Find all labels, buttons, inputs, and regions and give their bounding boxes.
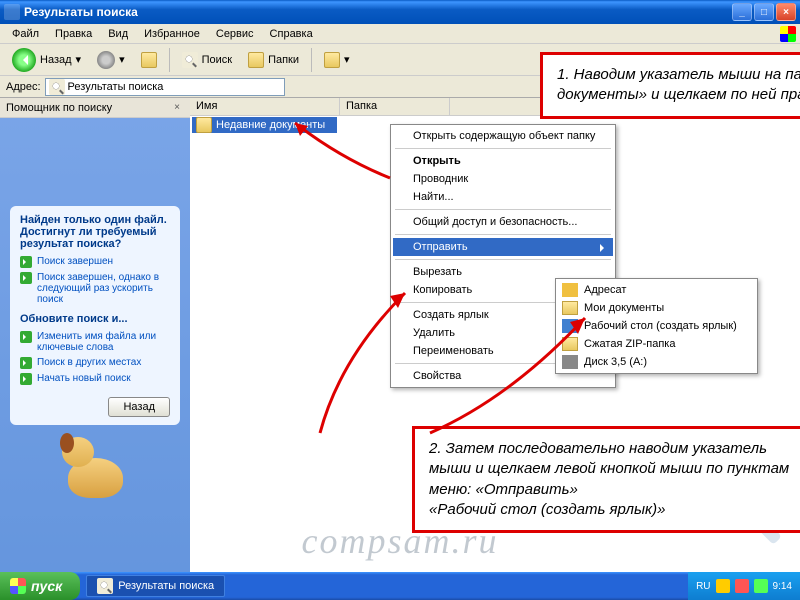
start-button[interactable]: пуск: [0, 572, 80, 600]
tray-alert-icon[interactable]: [735, 579, 749, 593]
annotation-arrow-1: [280, 118, 400, 198]
menu-bar: Файл Правка Вид Избранное Сервис Справка: [0, 24, 800, 44]
arrow-icon: [20, 272, 32, 284]
menu-favorites[interactable]: Избранное: [136, 26, 208, 42]
taskbar-item[interactable]: Результаты поиска: [86, 575, 225, 597]
instruction-callout-1: 1. Наводим указатель мыши на папку «Неда…: [540, 52, 800, 119]
window-icon: [4, 4, 20, 20]
ctx-explorer[interactable]: Проводник: [393, 170, 613, 188]
folders-icon: [248, 52, 264, 68]
system-tray: RU 9:14: [688, 572, 800, 600]
address-value: Результаты поиска: [68, 81, 164, 93]
search-results-panel: Найден только один файл. Достигнут ли тр…: [10, 206, 180, 425]
annotation-arrow-2: [250, 278, 420, 438]
window-title: Результаты поиска: [24, 5, 732, 19]
search-sidebar: Помощник по поиску × Найден только один …: [0, 98, 190, 594]
ctx-sharing[interactable]: Общий доступ и безопасность...: [393, 213, 613, 231]
maximize-button[interactable]: □: [754, 3, 774, 21]
taskbar: пуск Результаты поиска RU 9:14: [0, 572, 800, 600]
window-titlebar: Результаты поиска _ □ ×: [0, 0, 800, 24]
sidebar-title: Помощник по поиску: [6, 102, 112, 114]
menu-view[interactable]: Вид: [100, 26, 136, 42]
forward-button[interactable]: ▾: [91, 48, 131, 72]
menu-separator: [395, 234, 611, 235]
annotation-arrow-3: [410, 308, 600, 438]
menu-separator: [395, 259, 611, 260]
results-pane: Имя Папка Недавние документы Открыть сод…: [190, 98, 800, 594]
dropdown-icon: ▾: [119, 53, 125, 66]
menu-tools[interactable]: Сервис: [208, 26, 262, 42]
tray-shield-icon[interactable]: [716, 579, 730, 593]
task-icon: [97, 578, 113, 594]
search-dog-icon: [60, 433, 130, 498]
callout1-text: 1. Наводим указатель мыши на папку «Неда…: [557, 66, 800, 103]
search-button[interactable]: Поиск: [176, 49, 238, 71]
up-button[interactable]: [135, 49, 163, 71]
search-option-faster[interactable]: Поиск завершен, однако в следующий раз у…: [20, 270, 170, 307]
search-icon: [182, 52, 198, 68]
tray-network-icon[interactable]: [754, 579, 768, 593]
task-label: Результаты поиска: [118, 580, 214, 592]
menu-help[interactable]: Справка: [262, 26, 321, 42]
arrow-icon: [20, 373, 32, 385]
search-option-new[interactable]: Начать новый поиск: [20, 371, 170, 387]
window-controls: _ □ ×: [732, 3, 796, 21]
sidebar-back-button[interactable]: Назад: [108, 397, 170, 417]
folder-icon: [196, 117, 212, 133]
sendto-recipient[interactable]: Адресат: [558, 281, 755, 299]
toolbar-separator: [311, 48, 312, 72]
callout2-text: 2. Затем последовательно наводим указате…: [429, 440, 789, 518]
instruction-callout-2: 2. Затем последовательно наводим указате…: [412, 426, 800, 533]
sidebar-close-icon[interactable]: ×: [170, 101, 184, 115]
ctx-send-to[interactable]: Отправить: [393, 238, 613, 256]
menu-separator: [395, 148, 611, 149]
menu-file[interactable]: Файл: [4, 26, 47, 42]
panel-question: Найден только один файл. Достигнут ли тр…: [20, 214, 170, 250]
forward-arrow-icon: [97, 51, 115, 69]
back-button[interactable]: Назад ▾: [6, 45, 87, 75]
back-label: Назад: [40, 54, 72, 66]
search-label: Поиск: [202, 54, 232, 66]
search-option-elsewhere[interactable]: Поиск в других местах: [20, 355, 170, 371]
ctx-open-containing[interactable]: Открыть содержащую объект папку: [393, 127, 613, 145]
folders-button[interactable]: Папки: [242, 49, 305, 71]
start-logo-icon: [10, 578, 26, 594]
address-label: Адрес:: [6, 81, 41, 93]
menu-edit[interactable]: Правка: [47, 26, 100, 42]
arrow-icon: [20, 357, 32, 369]
search-option-rename[interactable]: Изменить имя файла или ключевые слова: [20, 329, 170, 355]
toolbar-separator: [169, 48, 170, 72]
col-name[interactable]: Имя: [190, 98, 340, 115]
clock[interactable]: 9:14: [773, 581, 792, 592]
panel-section2: Обновите поиск и...: [20, 313, 170, 325]
language-indicator[interactable]: RU: [696, 581, 710, 592]
dropdown-icon: ▾: [76, 53, 82, 66]
views-icon: [324, 52, 340, 68]
start-label: пуск: [31, 578, 62, 594]
up-folder-icon: [141, 52, 157, 68]
ctx-find[interactable]: Найти...: [393, 188, 613, 206]
sidebar-header: Помощник по поиску ×: [0, 98, 190, 118]
arrow-icon: [20, 256, 32, 268]
windows-logo-icon: [780, 26, 796, 42]
close-button[interactable]: ×: [776, 3, 796, 21]
views-button[interactable]: ▾: [318, 49, 356, 71]
menu-separator: [395, 209, 611, 210]
ctx-open[interactable]: Открыть: [393, 152, 613, 170]
mail-icon: [562, 283, 578, 297]
address-field[interactable]: Результаты поиска: [45, 78, 285, 96]
arrow-icon: [20, 331, 32, 343]
minimize-button[interactable]: _: [732, 3, 752, 21]
address-icon: [49, 79, 65, 95]
back-arrow-icon: [12, 48, 36, 72]
dropdown-icon: ▾: [344, 53, 350, 66]
folders-label: Папки: [268, 54, 299, 66]
search-option-done[interactable]: Поиск завершен: [20, 254, 170, 270]
col-folder[interactable]: Папка: [340, 98, 450, 115]
